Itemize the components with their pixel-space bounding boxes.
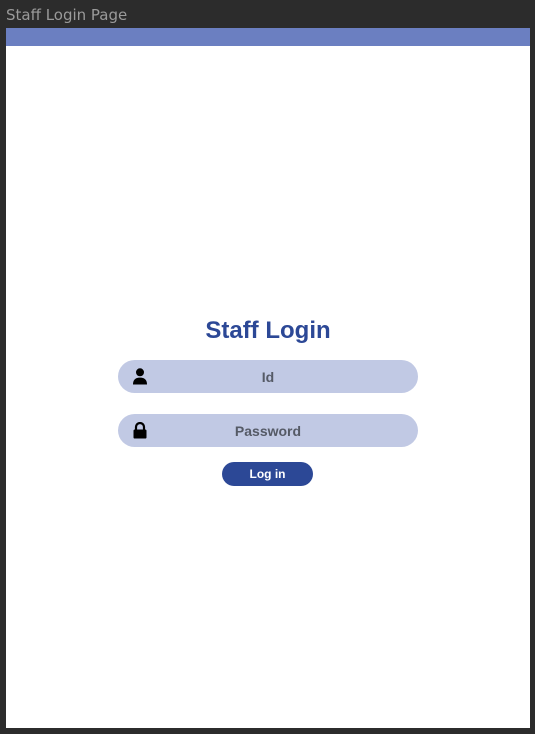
top-accent-bar	[6, 28, 530, 46]
password-input[interactable]	[158, 414, 378, 447]
page-title: Staff Login	[205, 317, 331, 344]
lock-icon	[132, 422, 148, 439]
id-field-container	[118, 360, 418, 393]
window-title: Staff Login Page	[6, 6, 128, 24]
id-input[interactable]	[158, 360, 378, 393]
login-page: Staff Login Log in	[6, 28, 530, 728]
user-icon	[132, 368, 148, 385]
password-field-container	[118, 414, 418, 447]
login-button[interactable]: Log in	[222, 462, 313, 486]
